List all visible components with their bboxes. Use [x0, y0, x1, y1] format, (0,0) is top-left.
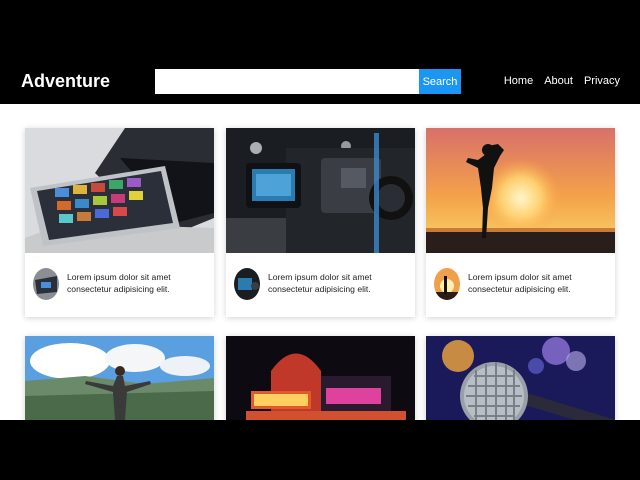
card-sunset-silhouette[interactable]: Lorem ipsum dolor sit amet consectetur a…	[426, 128, 615, 317]
card-image	[25, 336, 214, 420]
card-cinema-street[interactable]	[226, 336, 415, 420]
author-avatar	[33, 268, 59, 300]
search-button[interactable]: Search	[419, 69, 461, 94]
nav-link-about[interactable]: About	[544, 74, 573, 89]
card-text: Lorem ipsum dolor sit amet consectetur a…	[67, 272, 171, 294]
card-video-camera[interactable]: Lorem ipsum dolor sit amet consectetur a…	[226, 128, 415, 317]
search-input[interactable]	[155, 69, 419, 94]
card-text: Lorem ipsum dolor sit amet consectetur a…	[468, 272, 572, 294]
card-image	[226, 336, 415, 420]
nav-link-privacy[interactable]: Privacy	[584, 74, 620, 89]
author-avatar	[434, 268, 460, 300]
search-form: Search	[155, 69, 461, 94]
brand-logo[interactable]: Adventure	[21, 70, 110, 92]
bottom-black-bar	[0, 420, 640, 480]
card-microphone[interactable]	[426, 336, 615, 420]
top-nav-bar: Adventure Search Home About Privacy	[0, 60, 640, 104]
card-image	[226, 128, 415, 253]
card-image	[25, 128, 214, 253]
card-text: Lorem ipsum dolor sit amet consectetur a…	[268, 272, 372, 294]
card-image	[426, 336, 615, 420]
card-mountain-hiker[interactable]	[25, 336, 214, 420]
nav-links: Home About Privacy	[504, 74, 620, 89]
author-avatar	[234, 268, 260, 300]
card-image	[426, 128, 615, 253]
card-tablet-laptop[interactable]: Lorem ipsum dolor sit amet consectetur a…	[25, 128, 214, 317]
nav-link-home[interactable]: Home	[504, 74, 533, 89]
card-grid: Lorem ipsum dolor sit amet consectetur a…	[0, 104, 640, 420]
